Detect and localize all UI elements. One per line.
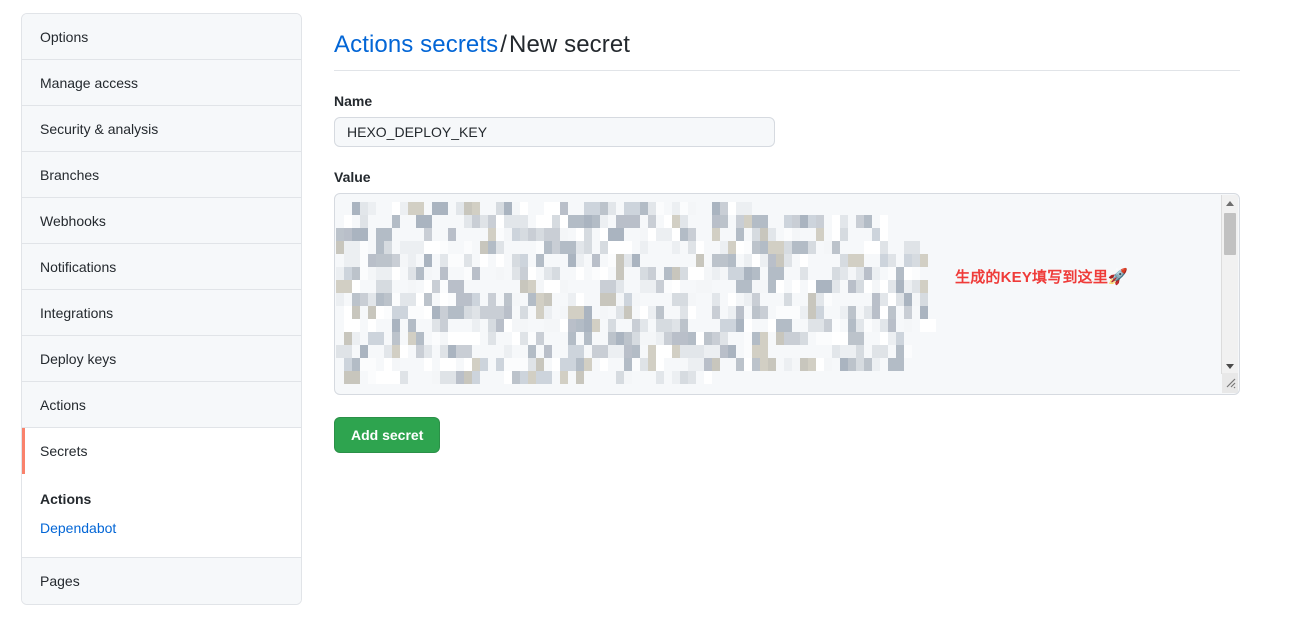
breadcrumb-separator: / xyxy=(500,31,508,59)
annotation-text: 生成的KEY填写到这里 xyxy=(955,269,1109,287)
name-field-group: Name xyxy=(334,93,1240,148)
breadcrumb-current: New secret xyxy=(509,31,631,59)
subnav-link-dependabot[interactable]: Dependabot xyxy=(40,517,116,539)
value-label: Value xyxy=(334,169,371,186)
secret-name-input[interactable] xyxy=(334,117,775,148)
redacted-secret-content xyxy=(336,202,936,386)
breadcrumb-actions-secrets[interactable]: Actions secrets xyxy=(334,31,498,58)
settings-sidebar: Options Manage access Security & analysis B… xyxy=(21,13,302,605)
sidebar-item-deploy-keys[interactable]: Deploy keys xyxy=(22,336,301,382)
subnav-heading-actions: Actions xyxy=(40,491,92,507)
rocket-icon: 🚀 xyxy=(1107,268,1129,287)
sidebar-item-manage-access[interactable]: Manage access xyxy=(22,60,301,106)
sidebar-item-security-analysis[interactable]: Security & analysis xyxy=(22,106,301,152)
scrollbar-thumb[interactable] xyxy=(1224,213,1236,256)
textarea-resize-grip-icon[interactable] xyxy=(1222,373,1238,394)
sidebar-item-actions[interactable]: Actions xyxy=(22,382,301,428)
scroll-down-arrow-icon[interactable] xyxy=(1222,358,1238,374)
scroll-up-arrow-icon[interactable] xyxy=(1222,195,1238,211)
sidebar-item-notifications[interactable]: Notifications xyxy=(22,244,301,290)
name-label: Name xyxy=(334,93,373,110)
page-title: Actions secrets/New secret xyxy=(334,29,1240,72)
sidebar-item-secrets[interactable]: Secrets xyxy=(22,428,301,474)
form-actions: Add secret xyxy=(334,417,1240,454)
value-field-group: Value 生成的KEY填写到这里🚀 xyxy=(334,169,1240,396)
textarea-vertical-scrollbar[interactable] xyxy=(1221,195,1238,375)
sidebar-item-branches[interactable]: Branches xyxy=(22,152,301,198)
secrets-subnav: Actions Dependabot xyxy=(22,474,301,558)
sidebar-item-options[interactable]: Options xyxy=(22,14,301,60)
secret-value-textarea[interactable]: 生成的KEY填写到这里🚀 xyxy=(334,193,1240,396)
sidebar-item-pages[interactable]: Pages xyxy=(22,558,301,604)
add-secret-button[interactable]: Add secret xyxy=(334,417,441,454)
annotation-fill-key-here: 生成的KEY填写到这里🚀 xyxy=(955,266,1128,287)
sidebar-item-integrations[interactable]: Integrations xyxy=(22,290,301,336)
sidebar-item-webhooks[interactable]: Webhooks xyxy=(22,198,301,244)
main-content: Actions secrets/New secret Name Value 生成… xyxy=(334,13,1240,454)
